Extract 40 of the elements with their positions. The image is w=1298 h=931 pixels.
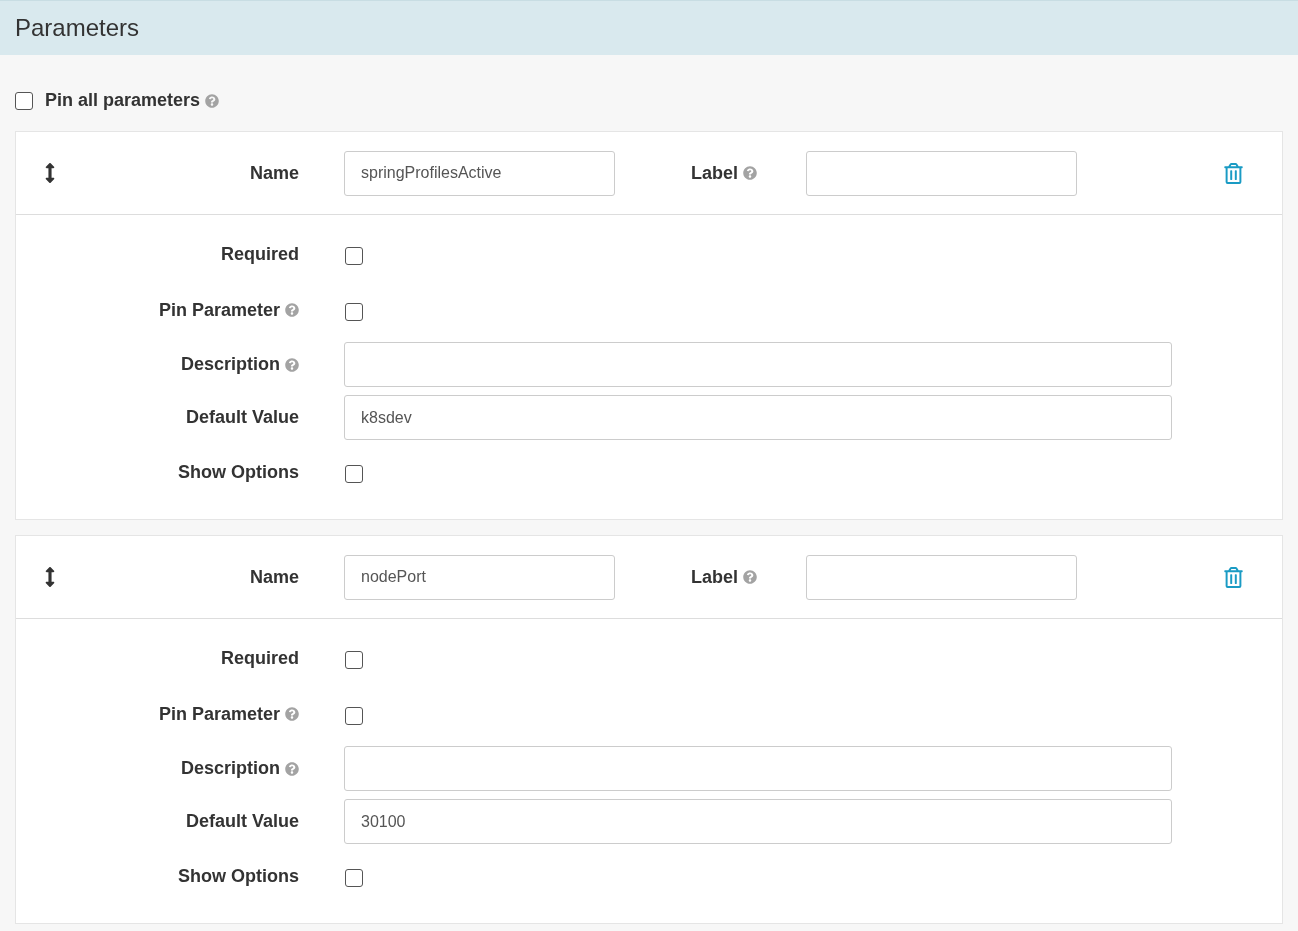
checkbox[interactable] — [345, 465, 363, 483]
field-label: Description — [180, 353, 280, 376]
delete-icon[interactable] — [1223, 566, 1244, 588]
help-icon[interactable] — [285, 761, 299, 776]
help-icon[interactable] — [205, 93, 220, 108]
input-field[interactable] — [344, 746, 1172, 791]
field-label: Pin Parameter — [158, 702, 280, 726]
field-label: Default Value — [185, 810, 299, 833]
input-field[interactable]: nodePort — [344, 554, 615, 600]
help-icon[interactable] — [285, 707, 299, 721]
field-label: Show Options — [178, 460, 299, 484]
field-label: Pin Parameter — [158, 298, 280, 322]
checkbox[interactable] — [345, 651, 363, 669]
field-label: Required — [221, 646, 299, 670]
checkbox[interactable] — [15, 91, 33, 110]
input-field[interactable] — [806, 554, 1077, 600]
help-icon[interactable] — [285, 303, 299, 317]
input-field[interactable]: 30100 — [344, 799, 1172, 844]
field-label: Label — [691, 161, 738, 185]
input-field[interactable]: springProfilesActive — [344, 150, 615, 196]
checkbox[interactable] — [345, 303, 363, 321]
checkbox[interactable] — [345, 247, 363, 265]
checkbox[interactable] — [345, 707, 363, 725]
field-label: Name — [249, 565, 299, 589]
field-label: Show Options — [178, 864, 299, 888]
delete-icon[interactable] — [1223, 162, 1244, 184]
help-icon[interactable] — [743, 166, 757, 180]
input-field[interactable] — [344, 342, 1172, 387]
section-title: Parameters — [15, 13, 140, 43]
field-label: Name — [249, 161, 299, 185]
field-label: Required — [221, 242, 299, 266]
field-label: Label — [691, 565, 738, 589]
field-label: Default Value — [185, 406, 299, 429]
input-field[interactable]: k8sdev — [344, 395, 1172, 440]
help-icon[interactable] — [285, 357, 299, 372]
input-field[interactable] — [806, 150, 1077, 196]
field-label: Description — [180, 757, 280, 780]
help-icon[interactable] — [743, 570, 757, 584]
checkbox[interactable] — [345, 869, 363, 887]
checkbox-label: Pin all parameters — [45, 89, 201, 112]
